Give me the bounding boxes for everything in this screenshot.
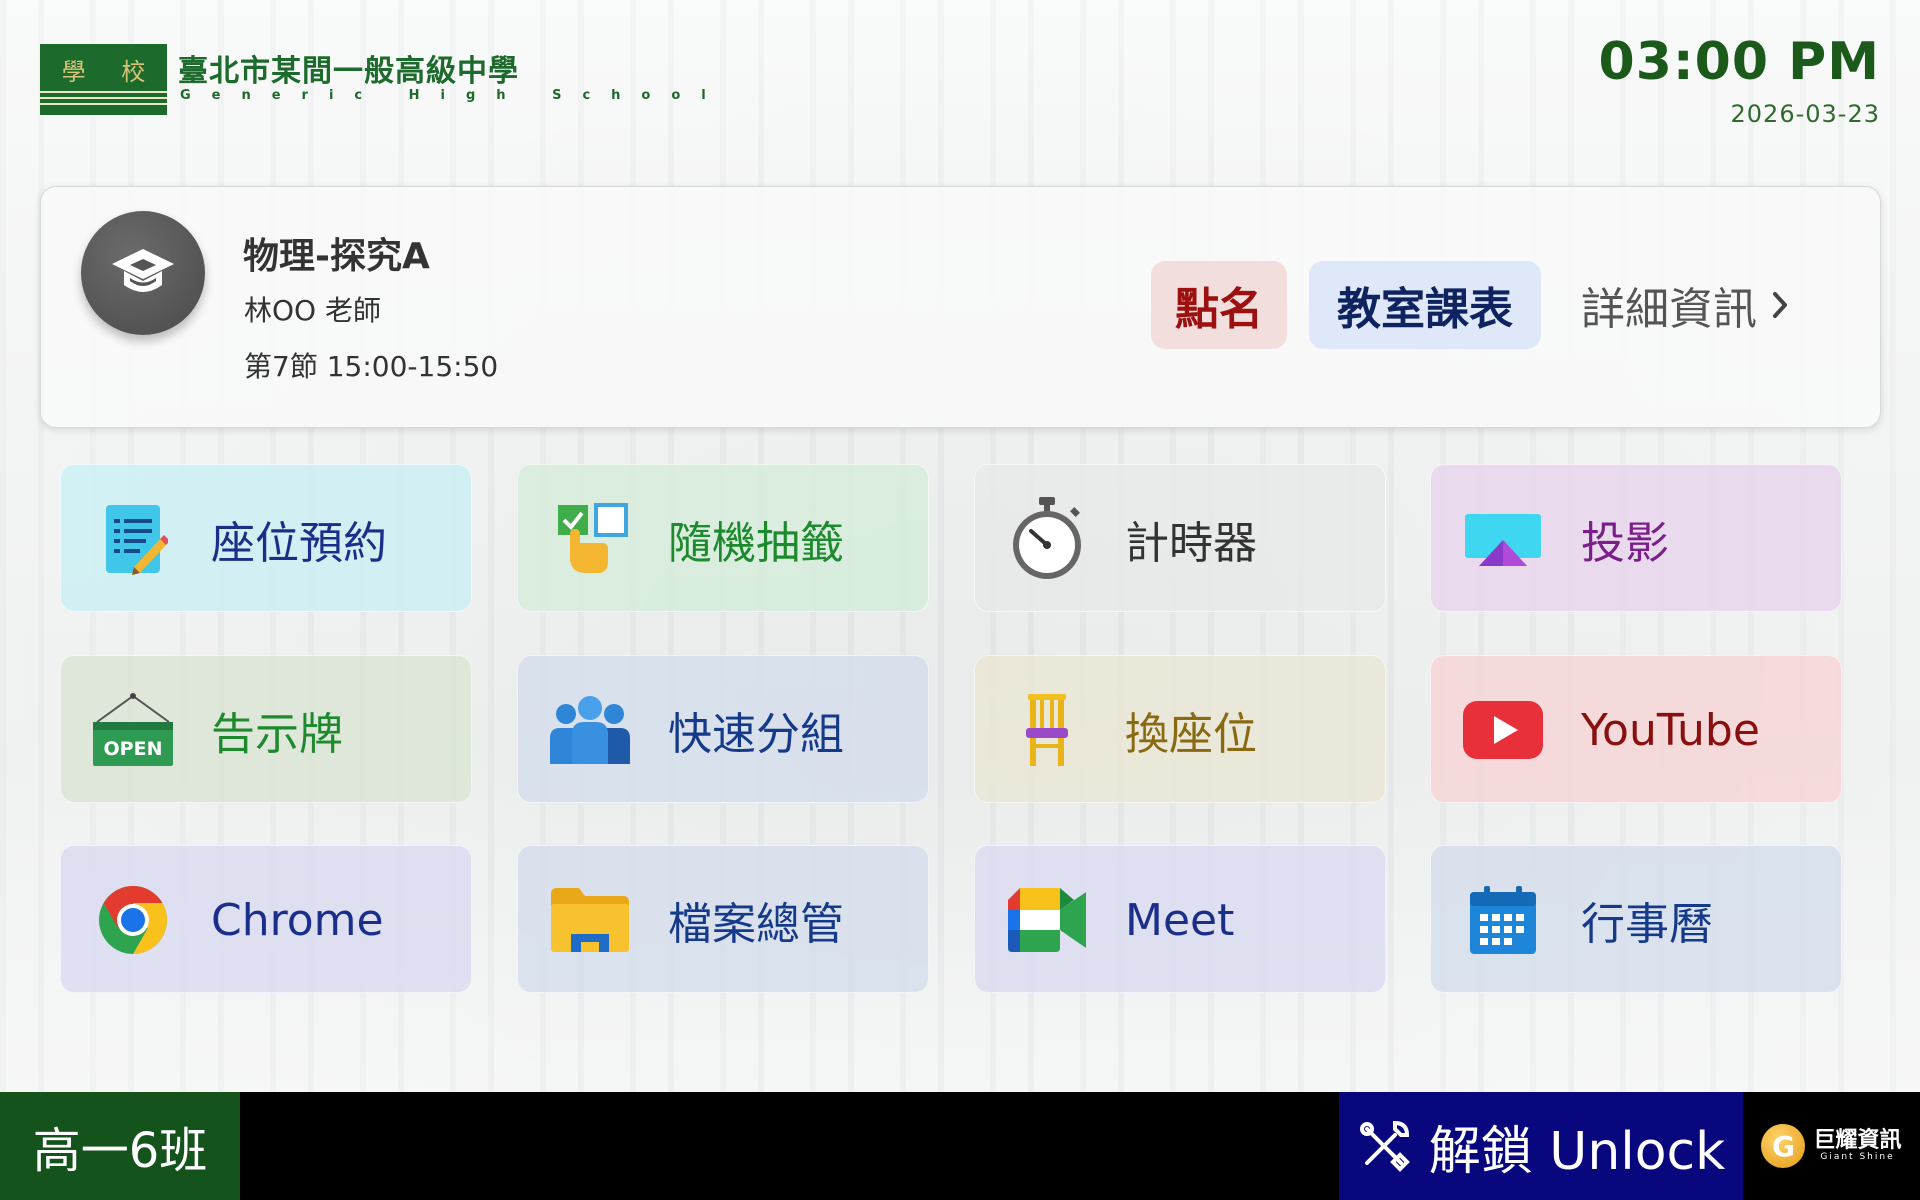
tile-quick-group[interactable]: 快速分組: [517, 655, 929, 803]
class-subject: 物理-探究A: [243, 236, 430, 277]
tile-label: 座位預約: [211, 518, 387, 569]
tile-label: 換座位: [1125, 709, 1257, 760]
seat-reservation-icon: [91, 499, 175, 579]
projection-icon: [1461, 499, 1545, 579]
tile-seat-reservation[interactable]: 座位預約: [60, 464, 472, 612]
tile-label: 投影: [1581, 518, 1669, 569]
detail-info-button[interactable]: 詳細資訊: [1581, 261, 1789, 349]
meet-icon: [1005, 880, 1089, 960]
tile-label: Chrome: [211, 894, 384, 946]
tile-label: 檔案總管: [668, 899, 844, 950]
current-class-card: 物理-探究A 林OO 老師 第7節 15:00-15:50 點名 教室課表 詳細…: [40, 186, 1881, 428]
youtube-icon: [1461, 690, 1545, 770]
tile-youtube[interactable]: YouTube: [1430, 655, 1842, 803]
class-name-label: 高一6班: [0, 1092, 240, 1200]
logo-text: 學 校: [61, 58, 160, 86]
unlock-label: 解鎖 Unlock: [1428, 1121, 1726, 1182]
chevron-right-icon: [1773, 292, 1787, 318]
tools-icon: [1359, 1120, 1410, 1172]
folder-icon: [548, 880, 632, 960]
tile-label: 隨機抽籤: [668, 518, 844, 569]
brand-logo: G 巨耀資訊 Giant Shine: [1743, 1092, 1920, 1200]
brand-name-cn: 巨耀資訊: [1813, 1128, 1902, 1153]
tile-label: Meet: [1125, 894, 1235, 946]
school-logo: 學 校: [40, 44, 167, 115]
unlock-button[interactable]: 解鎖 Unlock: [1339, 1092, 1743, 1200]
chrome-icon: [91, 880, 175, 960]
clock-time: 03:00 PM: [1598, 32, 1880, 92]
classroom-schedule-button[interactable]: 教室課表: [1309, 261, 1541, 349]
tile-random-draw[interactable]: 隨機抽籤: [517, 464, 929, 612]
calendar-icon: [1461, 880, 1545, 960]
group-icon: [548, 690, 632, 770]
tile-projection[interactable]: 投影: [1430, 464, 1842, 612]
school-name-en: Generic High School: [180, 88, 727, 103]
class-teacher: 林OO 老師: [244, 294, 381, 327]
open-sign-icon: OPEN: [91, 690, 175, 770]
rollcall-button[interactable]: 點名: [1151, 261, 1287, 349]
tile-meet[interactable]: Meet: [974, 845, 1386, 993]
graduation-cap-icon: [81, 211, 205, 335]
class-period: 第7節 15:00-15:50: [244, 350, 499, 383]
brand-name-en: Giant Shine: [1820, 1152, 1895, 1162]
school-name: 臺北市某間一般高級中學: [178, 54, 519, 89]
tile-label: 計時器: [1125, 518, 1257, 569]
tile-label: 快速分組: [668, 709, 844, 760]
random-draw-icon: [548, 499, 632, 579]
tile-label: YouTube: [1581, 704, 1760, 756]
tile-chrome[interactable]: Chrome: [60, 845, 472, 993]
tile-label: 告示牌: [211, 709, 343, 760]
tile-calendar[interactable]: 行事曆: [1430, 845, 1842, 993]
tile-label: 行事曆: [1581, 899, 1713, 950]
chair-icon: [1005, 690, 1089, 770]
tile-timer[interactable]: 計時器: [974, 464, 1386, 612]
detail-info-label: 詳細資訊: [1581, 284, 1757, 335]
stopwatch-icon: [1005, 497, 1089, 579]
tile-file-explorer[interactable]: 檔案總管: [517, 845, 929, 993]
clock-date: 2026-03-23: [1730, 100, 1880, 128]
bottom-bar: 高一6班 解鎖 Unlock G 巨耀資訊 Giant Shine: [0, 1092, 1920, 1200]
tile-notice-board[interactable]: OPEN 告示牌: [60, 655, 472, 803]
tile-change-seat[interactable]: 換座位: [974, 655, 1386, 803]
svg-text:OPEN: OPEN: [104, 738, 163, 760]
brand-coin-icon: G: [1761, 1124, 1806, 1168]
